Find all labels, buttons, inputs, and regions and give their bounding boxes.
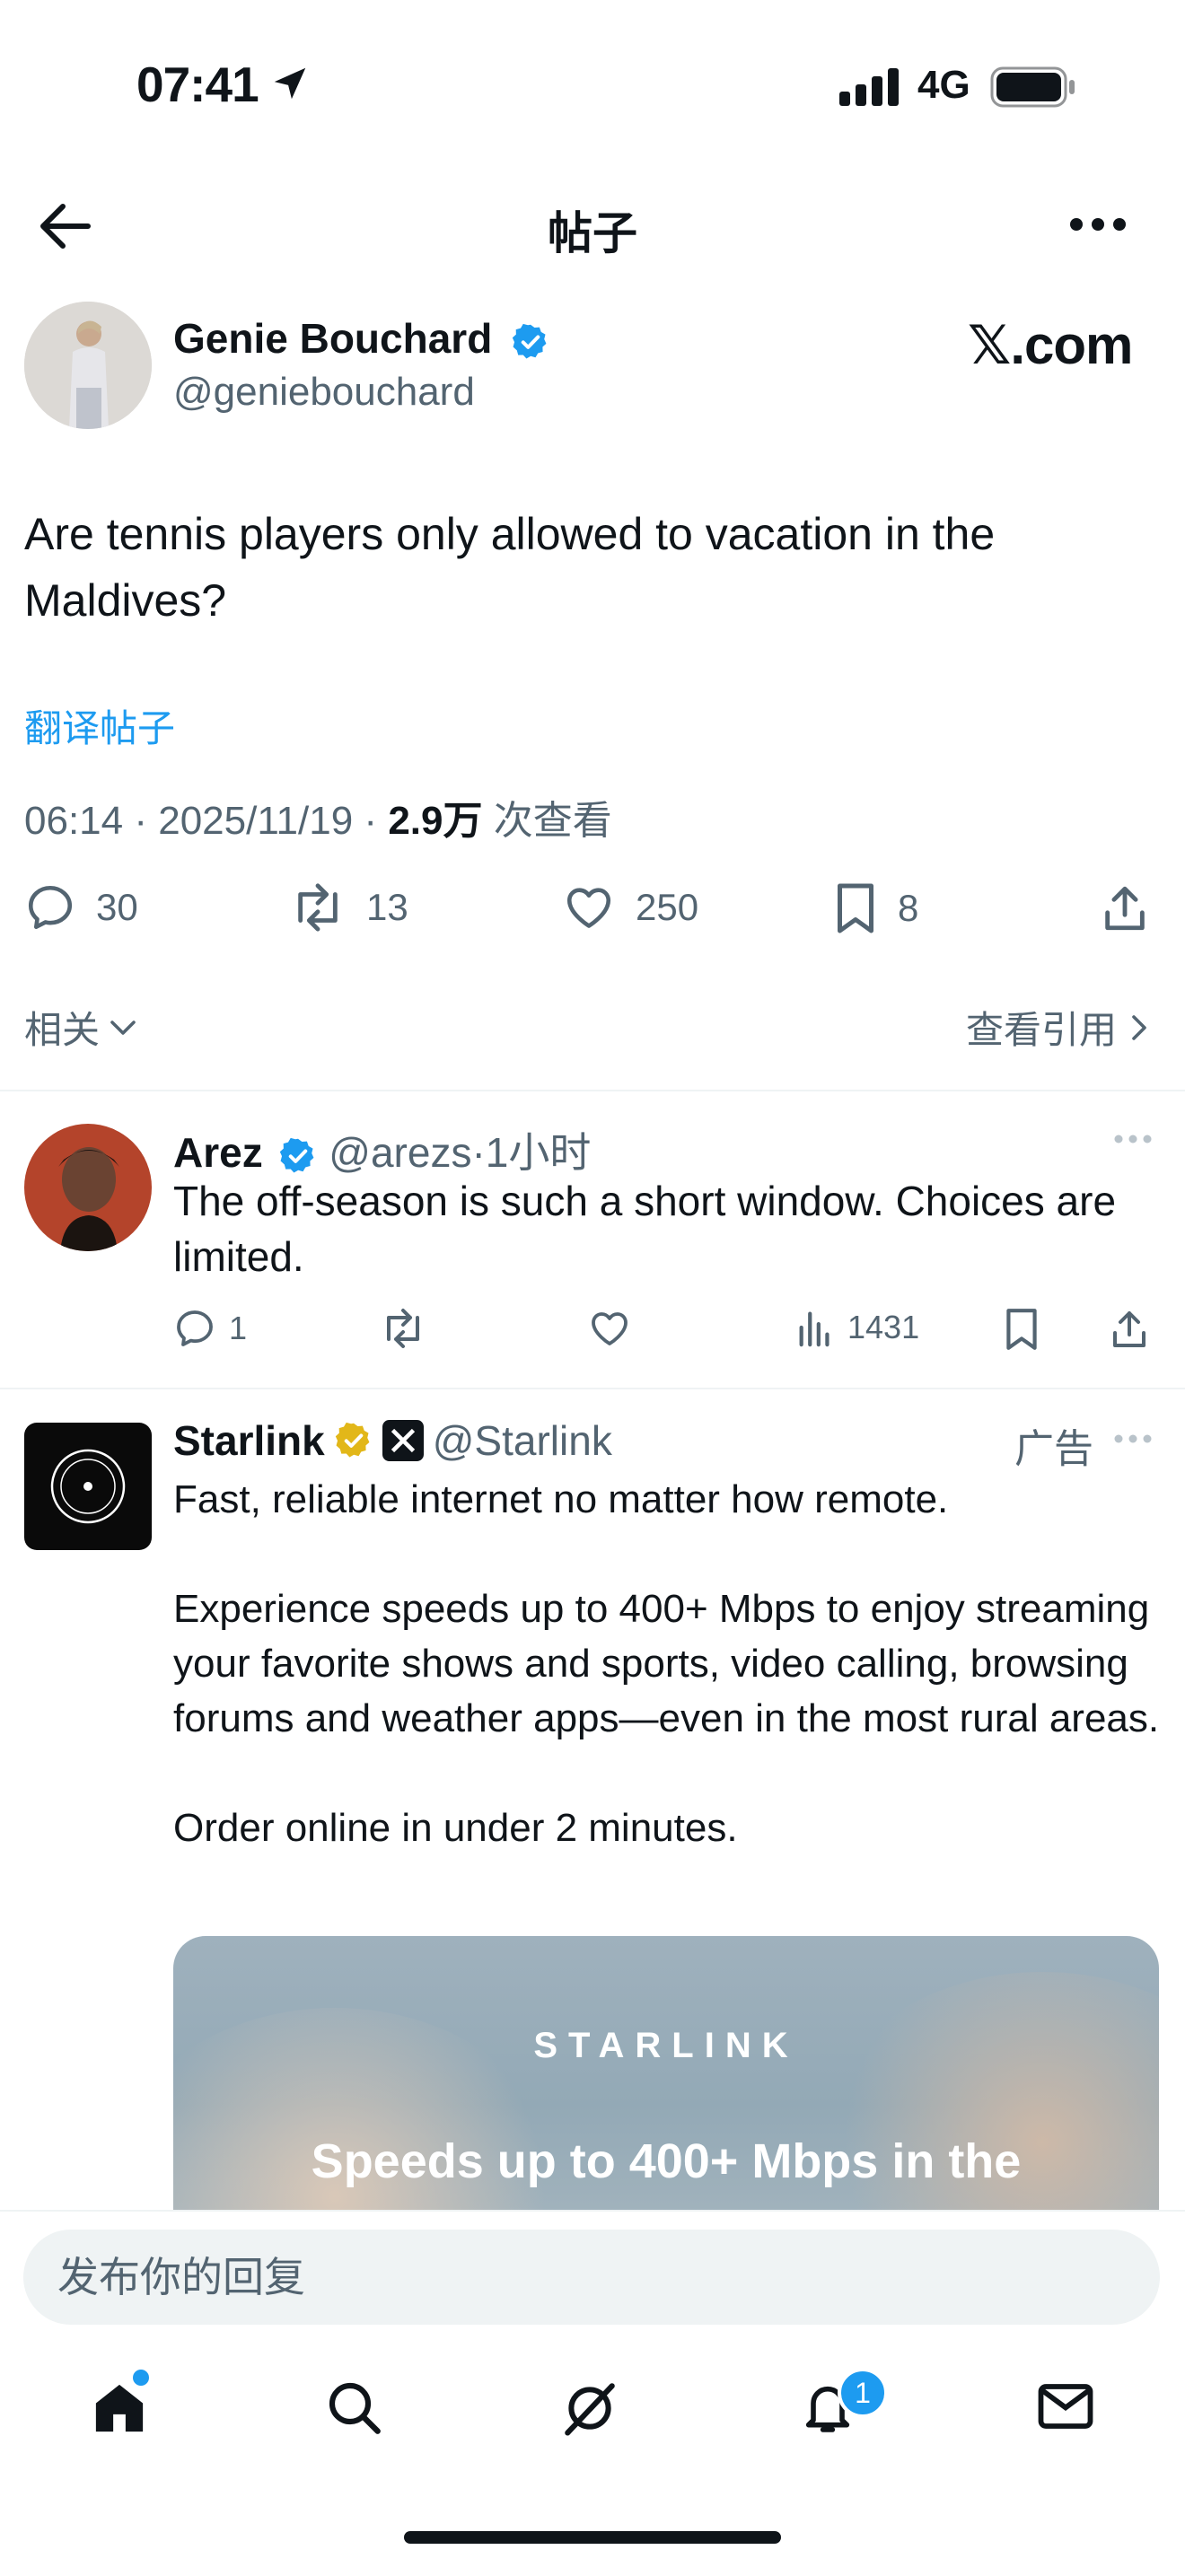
author-name[interactable]: Genie Bouchard xyxy=(173,315,492,362)
repost-icon xyxy=(298,883,338,932)
like-action[interactable]: 250 xyxy=(562,881,698,933)
verified-badge-icon xyxy=(278,1136,318,1176)
reply-text: The off-season is such a short window. C… xyxy=(173,1178,1117,1280)
author-line: Genie Bouchard xyxy=(173,314,550,363)
reply-author-line: Arez @arezs·1小时 xyxy=(173,1129,592,1176)
bookmark-icon xyxy=(838,883,873,933)
bookmark-icon[interactable] xyxy=(1002,1307,1041,1352)
more-options-icon[interactable] xyxy=(1113,1133,1153,1145)
tab-grok[interactable] xyxy=(560,2379,619,2438)
location-arrow-icon xyxy=(269,63,311,104)
heart-icon[interactable] xyxy=(587,1307,632,1350)
heart-icon xyxy=(566,888,611,928)
share-icon[interactable] xyxy=(1099,881,1151,935)
search-icon xyxy=(329,2382,381,2434)
views-action[interactable]: 1431 xyxy=(795,1307,919,1348)
home-icon xyxy=(95,2384,144,2432)
tab-messages[interactable] xyxy=(1036,2379,1095,2434)
network-type: 4G xyxy=(917,63,970,107)
ad-author-name[interactable]: Starlink xyxy=(173,1416,325,1465)
like-count: 250 xyxy=(636,886,699,928)
tweet-meta: 06:14 · 2025/11/19 · 2.9万 次查看 xyxy=(24,799,612,843)
reply-author-name[interactable]: Arez xyxy=(173,1129,263,1176)
view-quotes-link[interactable]: 查看引用 xyxy=(966,1000,1153,1055)
ad-card-headline: Speeds up to 400+ Mbps in the xyxy=(311,2134,1022,2188)
reply-count: 30 xyxy=(96,886,138,928)
reply-age: 1小时 xyxy=(485,1129,592,1176)
reply-action[interactable]: 30 xyxy=(24,881,138,933)
cellular-signal-icon xyxy=(839,68,902,108)
tweet-time: 06:14 xyxy=(24,799,124,843)
related-label: 相关 xyxy=(24,1009,101,1051)
view-quotes-label: 查看引用 xyxy=(966,1009,1118,1051)
starlink-avatar[interactable] xyxy=(24,1423,152,1550)
views-chart-icon xyxy=(799,1311,830,1347)
grok-icon xyxy=(565,2383,615,2436)
ad-author-line: Starlink @Starlink xyxy=(173,1416,612,1465)
status-time: 07:41 xyxy=(136,57,259,112)
reply-composer-input[interactable]: 发布你的回复 xyxy=(23,2230,1160,2325)
reply-icon xyxy=(177,1310,213,1346)
reply-reply-count: 1 xyxy=(229,1310,248,1346)
ad-text: Fast, reliable internet no matter how re… xyxy=(173,1477,1160,1850)
home-indicator xyxy=(404,2531,781,2544)
ad-author-handle[interactable]: @Starlink xyxy=(433,1416,612,1465)
author-handle[interactable]: @geniebouchard xyxy=(173,370,475,415)
ad-label: 广告 xyxy=(1014,1427,1093,1471)
reply-views-count: 1431 xyxy=(847,1309,920,1345)
divider xyxy=(0,1090,1185,1091)
bookmark-action[interactable]: 8 xyxy=(833,881,918,935)
reply-reply-action[interactable]: 1 xyxy=(173,1307,247,1350)
tab-home[interactable] xyxy=(90,2379,149,2438)
tweet-text: Are tennis players only allowed to vacat… xyxy=(24,509,996,626)
verified-badge-icon xyxy=(511,322,550,362)
tab-search[interactable] xyxy=(325,2379,382,2436)
verified-gold-badge-icon xyxy=(334,1421,373,1460)
ad-card-brand: STARLINK xyxy=(533,2026,799,2065)
divider xyxy=(0,1388,1185,1389)
battery-icon xyxy=(990,66,1076,108)
chevron-down-icon xyxy=(110,1020,136,1035)
more-options-icon[interactable] xyxy=(1113,1433,1153,1445)
views-label: 次查看 xyxy=(493,799,612,843)
repost-icon[interactable] xyxy=(379,1307,427,1350)
page-title: 帖子 xyxy=(548,208,637,258)
chevron-right-icon xyxy=(1132,1014,1146,1040)
author-avatar[interactable] xyxy=(24,302,152,429)
views-count: 2.9万 xyxy=(388,799,483,843)
x-affiliate-icon xyxy=(382,1420,424,1461)
reply-author-handle[interactable]: @arezs xyxy=(329,1129,471,1176)
tweet-date: 2025/11/19 xyxy=(158,799,354,843)
more-options-icon[interactable] xyxy=(1068,215,1128,233)
notifications-badge: 1 xyxy=(838,2368,888,2418)
bookmark-count: 8 xyxy=(898,887,919,929)
repost-count: 13 xyxy=(366,886,408,928)
related-toggle[interactable]: 相关 xyxy=(24,1000,139,1055)
repost-action[interactable]: 13 xyxy=(289,881,408,933)
home-unread-dot xyxy=(133,2370,149,2386)
mail-icon xyxy=(1038,2384,1093,2429)
reply-avatar[interactable] xyxy=(24,1124,152,1251)
translate-link[interactable]: 翻译帖子 xyxy=(24,698,175,753)
x-com-watermark: 𝕏.com xyxy=(968,315,1133,375)
share-icon[interactable] xyxy=(1108,1307,1151,1352)
reply-icon xyxy=(28,885,73,930)
